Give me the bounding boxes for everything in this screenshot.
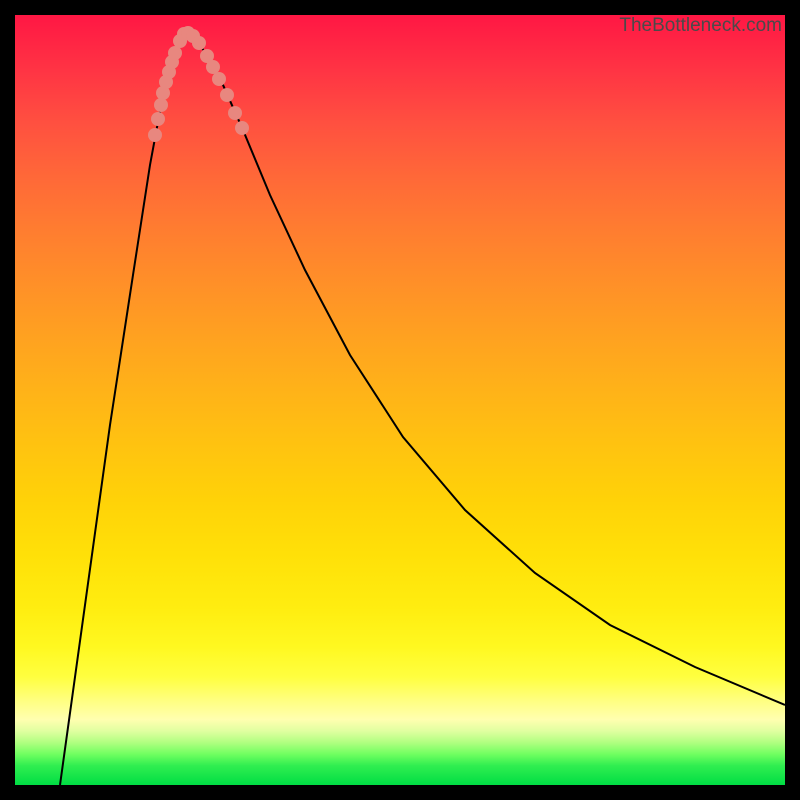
curve-markers <box>148 26 249 142</box>
curve-marker <box>151 112 165 126</box>
curve-marker <box>235 121 249 135</box>
curve-marker <box>206 60 220 74</box>
curve-marker <box>168 46 182 60</box>
curve-marker <box>192 36 206 50</box>
bottleneck-curve-svg <box>15 15 785 785</box>
bottleneck-curve <box>60 33 785 785</box>
chart-background <box>15 15 785 785</box>
curve-marker <box>228 106 242 120</box>
watermark-text: TheBottleneck.com <box>619 15 782 37</box>
curve-marker <box>212 72 226 86</box>
curve-marker <box>220 88 234 102</box>
curve-marker <box>148 128 162 142</box>
curve-marker <box>154 98 168 112</box>
